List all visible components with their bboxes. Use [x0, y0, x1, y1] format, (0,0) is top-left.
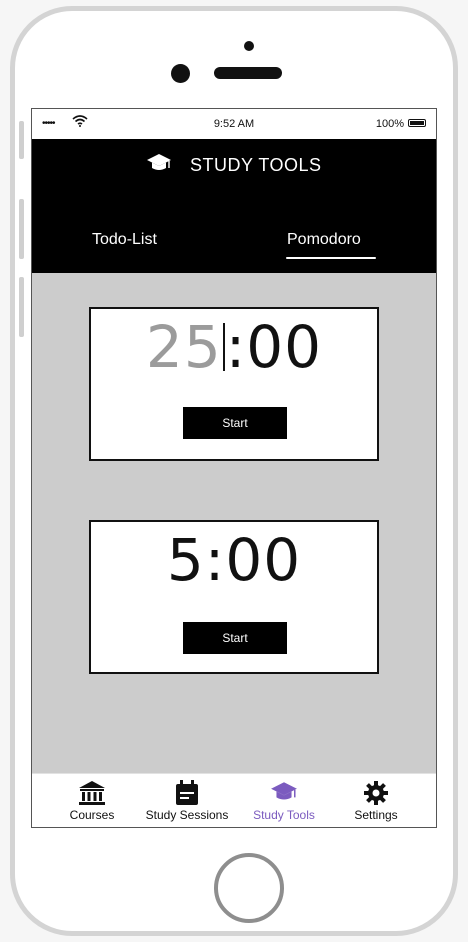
volume-down-button — [19, 277, 24, 337]
page-title: STUDY TOOLS — [32, 153, 436, 178]
status-bar: ••••• 9:52 AM 100% — [32, 109, 436, 139]
app-screen: ••••• 9:52 AM 100% STUDY TOOLS Todo-List… — [31, 108, 437, 828]
nav-courses-label: Courses — [69, 808, 115, 822]
text-cursor — [222, 323, 225, 371]
nav-courses[interactable]: Courses — [60, 780, 124, 822]
front-camera — [171, 64, 190, 83]
nav-settings[interactable]: Settings — [344, 780, 408, 822]
nav-study-sessions-label: Study Sessions — [145, 808, 229, 822]
work-timer-display[interactable]: 25:00 — [91, 313, 377, 381]
tab-todo-list[interactable]: Todo-List — [92, 231, 157, 249]
nav-study-tools-label: Study Tools — [253, 808, 315, 822]
break-timer-display[interactable]: 5:00 — [91, 526, 377, 594]
battery-percent: 100% — [375, 118, 404, 130]
tab-pomodoro[interactable]: Pomodoro — [287, 231, 361, 249]
bottom-nav: Courses Study Sessions Study Tools Setti… — [32, 773, 436, 827]
app-header: STUDY TOOLS Todo-List Pomodoro — [32, 139, 436, 273]
nav-study-sessions[interactable]: Study Sessions — [138, 780, 236, 822]
work-timer-minutes[interactable]: 25 — [146, 313, 222, 381]
work-timer-card: 25:00 Start — [89, 307, 379, 461]
graduation-cap-icon — [246, 780, 322, 806]
battery-icon — [408, 119, 426, 127]
page-title-text: STUDY TOOLS — [189, 155, 322, 175]
home-button[interactable] — [214, 853, 284, 923]
bank-icon — [60, 780, 124, 806]
volume-up-button — [19, 199, 24, 259]
mute-switch — [19, 121, 24, 159]
break-timer-card: 5:00 Start — [89, 520, 379, 674]
gear-icon — [344, 780, 408, 806]
nav-study-tools[interactable]: Study Tools — [246, 780, 322, 822]
graduation-cap-icon — [146, 153, 172, 178]
earpiece-speaker — [214, 67, 282, 79]
calendar-icon — [138, 780, 236, 806]
nav-settings-label: Settings — [354, 808, 398, 822]
work-start-button[interactable]: Start — [183, 407, 287, 439]
work-timer-seconds: :00 — [225, 313, 323, 381]
proximity-sensor — [244, 41, 254, 51]
break-start-button[interactable]: Start — [183, 622, 287, 654]
active-tab-indicator — [286, 257, 376, 259]
